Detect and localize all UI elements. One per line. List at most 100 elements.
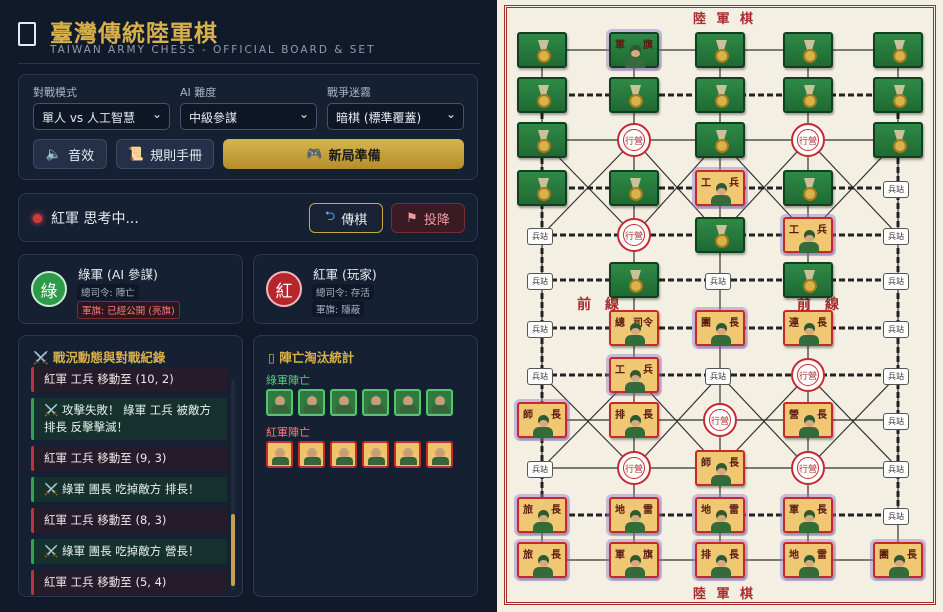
- green-hidden-piece[interactable]: [783, 262, 833, 298]
- green-hidden-piece[interactable]: [695, 217, 745, 253]
- soldier-icon: [625, 415, 645, 438]
- pass-icon: ⮌: [324, 209, 336, 224]
- log-title-text: 戰況動態與對戰紀錄: [52, 350, 166, 365]
- piece-r-eng-b[interactable]: 工兵: [783, 217, 833, 253]
- surrender-button[interactable]: ⚑ 投降: [391, 203, 465, 233]
- camp-node[interactable]: 行營: [617, 123, 651, 157]
- green-hidden-piece[interactable]: [873, 77, 923, 113]
- green-hidden-piece[interactable]: [695, 122, 745, 158]
- green-hidden-piece[interactable]: [517, 77, 567, 113]
- pass-button[interactable]: ⮌ 傳棋: [309, 203, 383, 233]
- station-node[interactable]: 兵站: [527, 461, 553, 478]
- new-game-button[interactable]: 🎮 新局準備: [223, 139, 464, 169]
- station-node[interactable]: 兵站: [883, 321, 909, 338]
- rules-button[interactable]: 📜 規則手冊: [116, 139, 214, 169]
- uniform-icon: [625, 522, 645, 533]
- green-hidden-piece[interactable]: [517, 170, 567, 206]
- player-name: 綠軍 (AI 參謀): [78, 267, 158, 282]
- piece-r-army[interactable]: 軍長: [783, 497, 833, 533]
- board-title-top: 陸 軍 棋: [693, 12, 757, 27]
- log-scroll-thumb[interactable]: [231, 514, 235, 586]
- green-hidden-piece[interactable]: [609, 170, 659, 206]
- piece-r-eng-a[interactable]: 工兵: [695, 170, 745, 206]
- green-hidden-piece[interactable]: [695, 32, 745, 68]
- piece-r-eng-c[interactable]: 工兵: [609, 357, 659, 393]
- station-node[interactable]: 兵站: [527, 228, 553, 245]
- camp-node[interactable]: 行營: [791, 123, 825, 157]
- face-icon: [717, 515, 726, 522]
- dead-piece: [298, 441, 325, 468]
- medal-icon: [803, 94, 817, 108]
- piece-r-brigade[interactable]: 旅長: [517, 497, 567, 533]
- piece-g-flag[interactable]: 軍旗: [609, 32, 659, 68]
- ai-select[interactable]: 中級參謀 ⌄: [180, 103, 317, 130]
- station-node[interactable]: 兵站: [883, 461, 909, 478]
- piece-r-commander[interactable]: 總司令: [609, 310, 659, 346]
- uniform-icon: [799, 427, 819, 438]
- camp-node[interactable]: 行營: [791, 451, 825, 485]
- uniform-icon: [711, 475, 731, 486]
- piece-r-division[interactable]: 師長: [517, 402, 567, 438]
- green-dead-label: 綠軍陣亡: [266, 374, 310, 387]
- piece-r-battalion[interactable]: 營長: [783, 402, 833, 438]
- green-hidden-piece[interactable]: [873, 32, 923, 68]
- piece-r-flag[interactable]: 軍旗: [609, 542, 659, 578]
- piece-r-company[interactable]: 連長: [783, 310, 833, 346]
- mode-select[interactable]: 單人 vs 人工智慧 ⌄: [33, 103, 170, 130]
- list-item: 紅軍 工兵 移動至 (9, 3): [31, 446, 227, 471]
- scroll-icon: 📜: [127, 146, 145, 162]
- station-node[interactable]: 兵站: [883, 273, 909, 290]
- piece-r-division-b[interactable]: 師長: [695, 450, 745, 486]
- green-hidden-piece[interactable]: [609, 262, 659, 298]
- uniform-icon: [799, 335, 819, 346]
- log-list[interactable]: 紅軍 工兵 移動至 (10, 2) ⚔️ 攻擊失敗！ 綠軍 工兵 被敵方 排長 …: [31, 367, 227, 596]
- piece-r-platoon-b[interactable]: 排長: [695, 542, 745, 578]
- green-hidden-piece[interactable]: [873, 122, 923, 158]
- speaker-icon: 🔈: [45, 146, 63, 162]
- station-node[interactable]: 兵站: [527, 321, 553, 338]
- status-card: 紅軍 思考中... ⮌ 傳棋 ⚑ 投降: [18, 193, 478, 242]
- green-hidden-piece[interactable]: [783, 77, 833, 113]
- green-hidden-piece[interactable]: [695, 77, 745, 113]
- station-node[interactable]: 兵站: [527, 273, 553, 290]
- station-node[interactable]: 兵站: [705, 368, 731, 385]
- dead-piece: [330, 441, 357, 468]
- station-node[interactable]: 兵站: [883, 413, 909, 430]
- medal-icon: [537, 49, 551, 63]
- chevron-down-icon: ⌄: [298, 107, 309, 121]
- green-hidden-piece[interactable]: [783, 170, 833, 206]
- camp-node[interactable]: 行營: [617, 451, 651, 485]
- station-node[interactable]: 兵站: [883, 228, 909, 245]
- list-item: 紅軍 工兵 移動至 (5, 4): [31, 570, 227, 595]
- piece-r-regiment-b[interactable]: 團長: [873, 542, 923, 578]
- station-node[interactable]: 兵站: [883, 181, 909, 198]
- piece-r-mine-c[interactable]: 地雷: [783, 542, 833, 578]
- sound-button[interactable]: 🔈 音效: [33, 139, 107, 169]
- medal-icon: [715, 94, 729, 108]
- soldier-icon: [711, 323, 731, 346]
- camp-node[interactable]: 行營: [791, 358, 825, 392]
- fog-select[interactable]: 暗棋 (標準覆蓋) ⌄: [327, 103, 464, 130]
- camp-node[interactable]: 行營: [703, 403, 737, 437]
- station-node[interactable]: 兵站: [883, 368, 909, 385]
- piece-r-brigade-b[interactable]: 旅長: [517, 542, 567, 578]
- piece-r-mine-a[interactable]: 地雷: [609, 497, 659, 533]
- green-hidden-piece[interactable]: [517, 122, 567, 158]
- piece-r-regiment-a[interactable]: 團長: [695, 310, 745, 346]
- station-node[interactable]: 兵站: [705, 273, 731, 290]
- uniform-icon: [799, 522, 819, 533]
- camp-node[interactable]: 行營: [617, 218, 651, 252]
- piece-r-mine-b[interactable]: 地雷: [695, 497, 745, 533]
- green-hidden-piece[interactable]: [517, 32, 567, 68]
- medal-icon: [629, 187, 643, 201]
- list-item: 紅軍 工兵 移動至 (10, 2): [31, 367, 227, 392]
- fog-label: 戰爭迷霧: [327, 86, 371, 99]
- green-hidden-piece[interactable]: [609, 77, 659, 113]
- green-hidden-piece[interactable]: [783, 32, 833, 68]
- medal-icon: [537, 187, 551, 201]
- piece-r-platoon[interactable]: 排長: [609, 402, 659, 438]
- station-node[interactable]: 兵站: [527, 368, 553, 385]
- piece-rank-top: 連: [789, 318, 799, 329]
- station-node[interactable]: 兵站: [883, 508, 909, 525]
- soldier-icon: [799, 323, 819, 346]
